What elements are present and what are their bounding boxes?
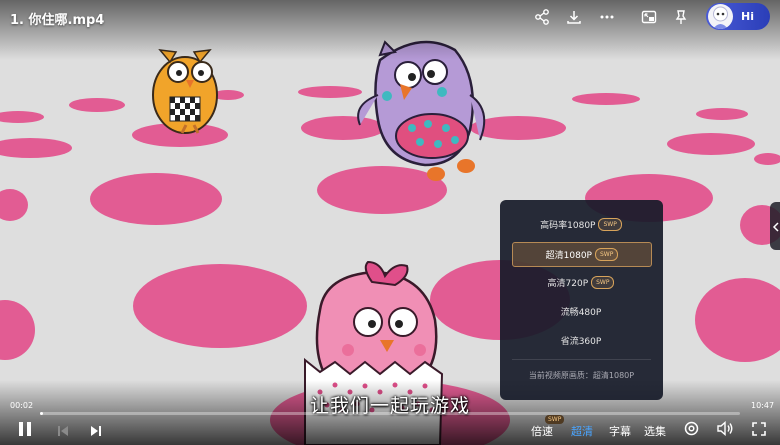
quality-option-480p[interactable]: 流畅480P xyxy=(512,300,650,323)
swp-badge: SWP xyxy=(594,248,619,261)
side-panel-toggle[interactable] xyxy=(770,202,780,250)
quality-menu: 高码率1080P SWP 超清1080P SWP 高清720P SWP 流畅48… xyxy=(500,200,663,400)
video-frame[interactable]: 1. 你住哪.mp4 Hi 高码率1080P SWP 超清1080P SWP 高… xyxy=(0,0,780,445)
skip-previous-icon xyxy=(57,422,69,441)
captions-button[interactable]: 字幕 xyxy=(609,423,631,439)
video-scene xyxy=(0,0,780,445)
settings-button[interactable] xyxy=(682,421,700,439)
current-time: 00:02 xyxy=(10,401,34,410)
share-icon[interactable] xyxy=(531,6,553,28)
top-overlay xyxy=(0,0,780,60)
quality-option-label: 流畅480P xyxy=(560,308,602,318)
quality-option-1080p-high[interactable]: 高码率1080P SWP xyxy=(512,213,650,236)
download-icon[interactable] xyxy=(563,6,585,28)
more-icon[interactable] xyxy=(596,6,618,28)
swp-badge: SWP xyxy=(591,276,615,289)
progress-fill xyxy=(40,412,43,415)
quality-option-720p[interactable]: 高清720P SWP xyxy=(512,271,650,294)
quality-option-label: 高清720P xyxy=(547,279,589,289)
fullscreen-icon xyxy=(752,421,766,440)
duration: 10:47 xyxy=(751,401,775,410)
quality-option-label: 高码率1080P xyxy=(540,221,596,231)
picture-in-picture-icon[interactable] xyxy=(638,6,660,28)
pause-button[interactable] xyxy=(14,421,36,441)
next-button[interactable] xyxy=(88,423,104,439)
current-quality-text: 当前视频原画质：超清1080P xyxy=(528,371,635,380)
assistant-avatar xyxy=(708,4,733,29)
target-icon xyxy=(684,421,699,440)
quality-option-label: 省流360P xyxy=(560,337,602,347)
pause-icon xyxy=(18,421,32,441)
assistant-hi-label: Hi xyxy=(741,10,754,23)
speed-button[interactable]: 倍速 xyxy=(531,423,553,439)
video-title: 1. 你住哪.mp4 xyxy=(10,13,105,28)
assistant-hi-button[interactable]: Hi xyxy=(706,3,770,30)
swp-badge: SWP xyxy=(598,218,622,231)
chevron-left-icon xyxy=(772,217,780,236)
quality-button[interactable]: 超清 xyxy=(571,423,593,439)
quality-option-1080p[interactable]: 超清1080P SWP xyxy=(512,242,652,267)
fullscreen-button[interactable] xyxy=(750,421,768,439)
quality-option-360p[interactable]: 省流360P xyxy=(512,329,650,352)
quality-option-label: 超清1080P xyxy=(545,251,592,261)
quality-menu-divider xyxy=(512,359,651,360)
progress-bar[interactable] xyxy=(40,412,740,415)
volume-icon xyxy=(716,420,734,440)
skip-next-icon xyxy=(90,422,102,441)
episodes-button[interactable]: 选集 xyxy=(644,423,666,439)
pin-icon[interactable] xyxy=(670,6,692,28)
previous-button[interactable] xyxy=(55,423,71,439)
volume-button[interactable] xyxy=(716,420,734,440)
